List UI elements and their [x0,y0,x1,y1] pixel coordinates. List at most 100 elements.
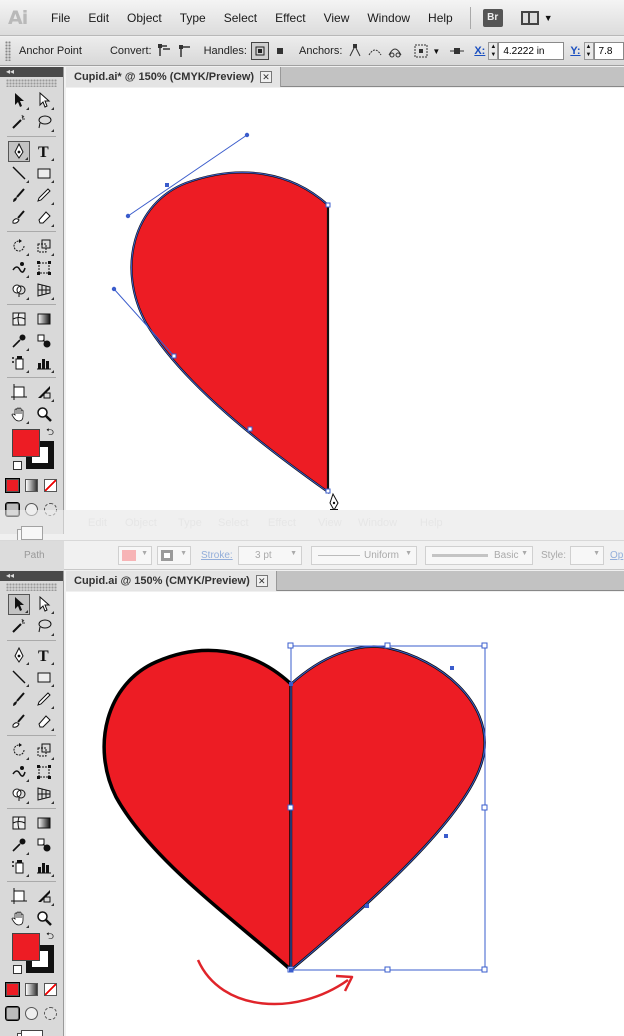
fill-swatch[interactable] [12,429,40,457]
swap-fill-stroke-icon[interactable]: ⮌ [46,425,54,442]
scale-tool-icon[interactable] [33,740,55,761]
bbox-handle-bc[interactable] [384,966,391,973]
anchor-point[interactable] [171,353,177,359]
draw-inside-icon[interactable] [44,1006,57,1020]
direct-selection-tool-icon[interactable] [33,90,55,111]
reference-point-icon[interactable] [448,42,466,60]
free-transform-tool-icon[interactable] [33,258,55,279]
perspective-grid-tool-icon[interactable] [33,784,55,805]
gradient-tool-icon[interactable] [33,813,55,834]
anchor-point[interactable] [444,834,448,838]
blend-tool-icon[interactable] [33,835,55,856]
selection-tool-icon[interactable] [8,593,30,615]
connect-paths-icon[interactable] [366,42,384,60]
variable-width-profile-dropdown[interactable]: Uniform ▼ [311,546,417,565]
pencil-tool-icon[interactable] [33,689,55,710]
eyedropper-tool-icon[interactable] [8,835,30,856]
chevron-down-icon[interactable]: ▼ [432,47,440,56]
draw-normal-icon[interactable] [6,1006,19,1020]
type-tool-icon[interactable]: T [33,141,55,162]
menu-view[interactable]: View [324,11,350,25]
swap-fill-stroke-icon[interactable]: ⮌ [46,929,54,946]
bridge-button[interactable]: Br [482,8,503,27]
gradient-mode-icon[interactable] [25,478,38,492]
blend-tool-icon[interactable] [33,331,55,352]
heart-left-half[interactable] [102,648,293,972]
artboard-tool-icon[interactable] [8,886,30,907]
close-icon[interactable]: ✕ [255,574,268,587]
pen-tool-icon[interactable] [8,140,30,162]
selection-tool-icon[interactable] [8,90,30,111]
menu-type[interactable]: Type [180,11,206,25]
pen-tool-icon[interactable] [8,645,30,666]
panel-grip[interactable] [5,41,11,61]
anchor-point[interactable] [450,666,454,670]
handle-point[interactable] [244,132,250,138]
blob-brush-tool-icon[interactable] [8,711,30,732]
column-graph-tool-icon[interactable] [33,857,55,878]
eraser-tool-icon[interactable] [33,207,55,228]
color-mode-icon[interactable] [6,982,19,996]
anchor-point[interactable] [365,904,369,908]
rectangle-tool-icon[interactable] [33,163,55,184]
graphic-style-dropdown[interactable]: ▼ [570,546,604,565]
stroke-weight-field[interactable]: 3 pt ▼ [238,546,302,565]
blob-brush-tool-icon[interactable] [8,207,30,228]
document-tab[interactable]: Cupid.ai* @ 150% (CMYK/Preview) ✕ [66,66,282,87]
y-field[interactable] [593,42,624,60]
magic-wand-tool-icon[interactable] [8,616,30,637]
line-segment-tool-icon[interactable] [8,667,30,688]
convert-to-corner-icon[interactable] [156,42,174,60]
half-heart-path[interactable] [130,171,330,495]
column-graph-tool-icon[interactable] [33,353,55,374]
hand-tool-icon[interactable] [8,908,30,929]
fill-color-dropdown[interactable]: ▼ [118,546,152,565]
paintbrush-tool-icon[interactable] [8,689,30,710]
shape-builder-tool-icon[interactable] [8,784,30,805]
symbol-sprayer-tool-icon[interactable] [8,857,30,878]
line-segment-tool-icon[interactable] [8,163,30,184]
remove-anchor-icon[interactable] [346,42,364,60]
zoom-tool-icon[interactable] [33,404,55,425]
shape-builder-tool-icon[interactable] [8,280,30,301]
opacity-link[interactable]: Op [610,550,623,561]
bbox-handle-ml[interactable] [287,804,294,811]
x-label[interactable]: X: [474,45,485,57]
artboard-tool-icon[interactable] [8,382,30,403]
stroke-color-dropdown[interactable]: ▼ [157,546,191,565]
rectangle-tool-icon[interactable] [33,667,55,688]
anchor-point[interactable] [289,682,293,686]
none-mode-icon[interactable] [44,982,57,996]
y-label[interactable]: Y: [570,45,580,57]
cut-path-icon[interactable] [386,42,404,60]
perspective-grid-tool-icon[interactable] [33,280,55,301]
default-colors-icon[interactable] [13,461,22,470]
none-mode-icon[interactable] [44,478,57,492]
type-tool-icon[interactable]: T [33,645,55,666]
menu-select[interactable]: Select [224,11,257,25]
bbox-handle-mr[interactable] [481,804,488,811]
gradient-mode-icon[interactable] [25,982,38,996]
draw-behind-icon[interactable] [25,1006,38,1020]
bbox-handle-tl[interactable] [287,642,294,649]
rotate-tool-icon[interactable] [8,236,30,257]
show-handles-icon[interactable] [250,42,269,60]
align-anchor-icon[interactable] [412,42,430,60]
panel-grip[interactable] [6,79,57,87]
document-canvas-2[interactable] [66,592,624,1036]
lasso-tool-icon[interactable] [33,616,55,637]
screen-mode-icon[interactable] [20,1030,43,1036]
hide-handles-icon[interactable] [271,42,289,60]
anchor-point[interactable] [325,488,331,494]
pencil-tool-icon[interactable] [33,185,55,206]
menu-edit[interactable]: Edit [88,11,109,25]
document-canvas[interactable] [66,88,624,510]
stroke-label[interactable]: Stroke: [201,550,233,561]
heart-right-half[interactable] [289,645,486,972]
default-colors-icon[interactable] [13,965,22,974]
slice-tool-icon[interactable] [33,886,55,907]
menu-file[interactable]: File [51,11,70,25]
free-transform-tool-icon[interactable] [33,762,55,783]
anchor-point[interactable] [247,426,253,432]
magic-wand-tool-icon[interactable] [8,112,30,133]
